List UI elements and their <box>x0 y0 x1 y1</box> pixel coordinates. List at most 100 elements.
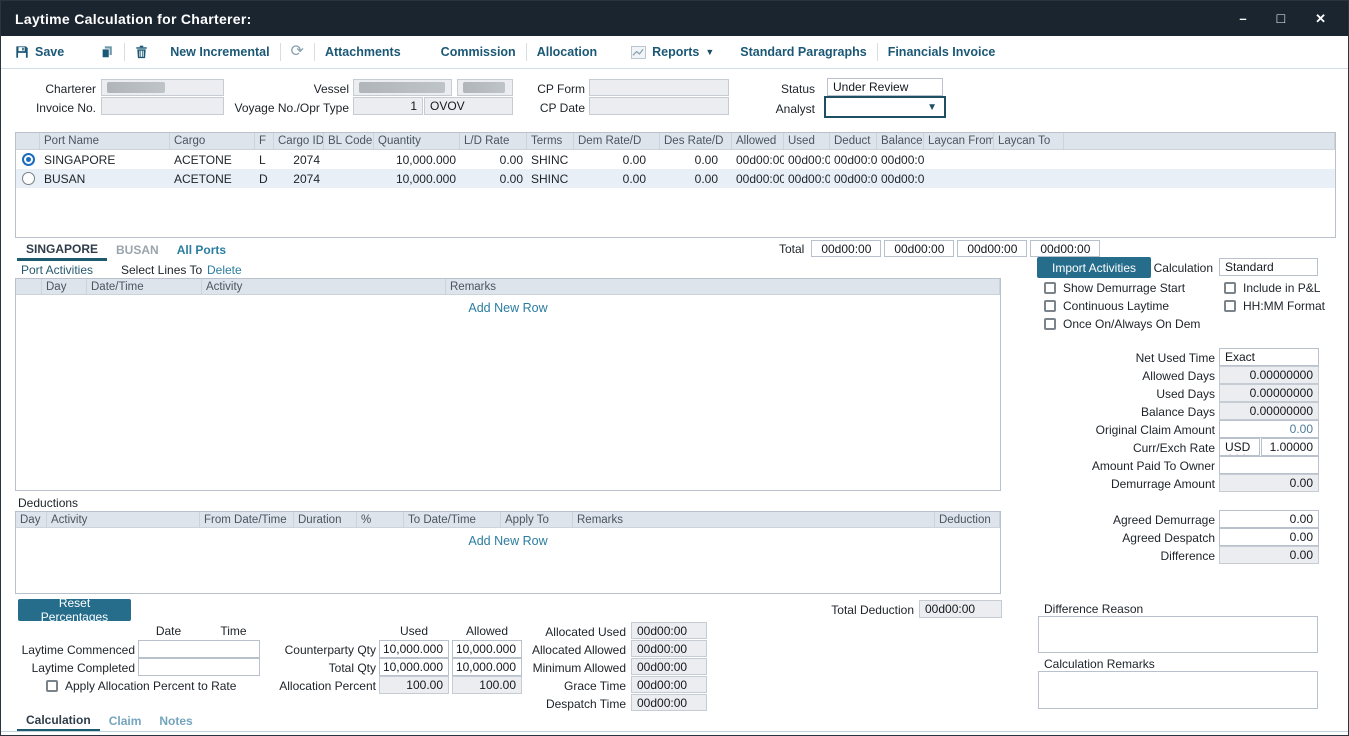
vessel-code-field <box>457 79 513 96</box>
amount-paid-to-owner-label: Amount Paid To Owner <box>1021 458 1215 475</box>
show-demurrage-start-checkbox[interactable] <box>1044 282 1056 294</box>
once-on-dem-checkbox[interactable] <box>1044 318 1056 330</box>
port-row-busan[interactable]: BUSAN ACETONE D 2074 10,000.000 0.00 SHI… <box>16 169 1335 188</box>
close-button[interactable]: ✕ <box>1315 1 1326 36</box>
copy-icon <box>100 45 114 59</box>
standard-paragraphs-button[interactable]: Standard Paragraphs <box>740 45 866 59</box>
minimum-allowed-field: 00d00:00 <box>631 658 707 675</box>
total-deduction-label: Total Deduction <box>799 602 914 619</box>
deductions-title: Deductions <box>18 495 78 512</box>
total-allowed-field[interactable]: 00d00:00 <box>811 240 881 257</box>
despatch-time-field: 00d00:00 <box>631 694 707 711</box>
show-demurrage-start-label: Show Demurrage Start <box>1063 281 1185 295</box>
allocation-percent-used-field: 100.00 <box>379 676 449 694</box>
refresh-button[interactable]: ⟳ <box>291 45 304 59</box>
agreed-demurrage-field[interactable]: 0.00 <box>1219 510 1319 528</box>
once-on-dem-label: Once On/Always On Dem <box>1063 317 1200 331</box>
save-button[interactable]: Save <box>15 45 64 59</box>
delete-button[interactable] <box>135 45 148 59</box>
port-radio-selected[interactable] <box>22 153 35 166</box>
tab-notes[interactable]: Notes <box>150 712 201 732</box>
balance-days-label: Balance Days <box>1021 404 1215 421</box>
reset-percentages-button[interactable]: Reset Percentages <box>18 599 131 621</box>
voyage-no-field: 1 <box>353 97 423 115</box>
amount-paid-to-owner-field[interactable] <box>1219 456 1319 474</box>
activities-table-header: Day Date/Time Activity Remarks <box>16 279 1000 295</box>
net-used-time-field[interactable]: Exact <box>1219 348 1319 366</box>
include-in-pl-checkbox[interactable] <box>1224 282 1236 294</box>
calculation-field[interactable]: Standard <box>1219 258 1318 276</box>
deductions-add-new-row-link[interactable]: Add New Row <box>16 534 1000 548</box>
attachments-button[interactable]: Attachments <box>325 45 401 59</box>
total-deduct-field[interactable]: 00d00:00 <box>957 240 1027 257</box>
allowed-days-label: Allowed Days <box>1021 368 1215 385</box>
hhmm-format-label: HH:MM Format <box>1243 299 1325 313</box>
reports-button[interactable]: Reports ▼ <box>631 45 714 59</box>
agreed-demurrage-label: Agreed Demurrage <box>1021 512 1215 529</box>
commission-button[interactable]: Commission <box>441 45 516 59</box>
analyst-label: Analyst <box>737 101 815 118</box>
charterer-field <box>101 79 224 96</box>
counterparty-qty-label: Counterparty Qty <box>239 642 376 659</box>
counterparty-qty-used-field[interactable]: 10,000.000 <box>379 640 449 658</box>
tab-claim[interactable]: Claim <box>100 712 151 732</box>
balance-days-field: 0.00000000 <box>1219 402 1319 420</box>
copy-button[interactable] <box>100 45 114 59</box>
opr-type-field: OVOV <box>424 97 513 115</box>
total-balance-field[interactable]: 00d00:00 <box>1030 240 1100 257</box>
report-chart-icon <box>631 46 646 59</box>
financials-invoice-button[interactable]: Financials Invoice <box>888 45 996 59</box>
window-title: Laytime Calculation for Charterer: <box>15 11 252 27</box>
currency-field[interactable]: USD <box>1219 438 1260 456</box>
analyst-dropdown[interactable]: ▼ <box>824 96 946 118</box>
tab-busan[interactable]: BUSAN <box>107 241 168 261</box>
toolbar: Save New Incremental ⟳ Attachments Commi <box>1 36 1348 69</box>
new-incremental-button[interactable]: New Incremental <box>170 45 269 59</box>
minimize-button[interactable]: – <box>1239 1 1246 36</box>
activities-table: Day Date/Time Activity Remarks Add New R… <box>15 278 1001 491</box>
header-form: Charterer Invoice No. Vessel Voyage No./… <box>1 69 1348 132</box>
allocated-allowed-label: Allocated Allowed <box>499 642 626 659</box>
status-field[interactable]: Under Review <box>827 78 943 96</box>
demurrage-amount-field: 0.00 <box>1219 474 1319 492</box>
despatch-time-label: Despatch Time <box>499 696 626 713</box>
tab-singapore[interactable]: SINGAPORE <box>17 240 107 261</box>
bottom-divider <box>1 731 1348 732</box>
import-activities-button[interactable]: Import Activities <box>1037 257 1151 278</box>
used-column-label: Used <box>379 623 449 640</box>
port-radio-unselected[interactable] <box>22 172 35 185</box>
invoice-no-label: Invoice No. <box>1 100 96 117</box>
refresh-icon: ⟳ <box>291 45 304 59</box>
delete-lines-link[interactable]: Delete <box>207 262 242 279</box>
grace-time-label: Grace Time <box>499 678 626 695</box>
hhmm-format-checkbox[interactable] <box>1224 300 1236 312</box>
activities-add-new-row-link[interactable]: Add New Row <box>16 301 1000 315</box>
deductions-table-header: Day Activity From Date/Time Duration % T… <box>16 512 1000 528</box>
agreed-despatch-field[interactable]: 0.00 <box>1219 528 1319 546</box>
save-label: Save <box>35 45 64 59</box>
allocation-button[interactable]: Allocation <box>537 45 597 59</box>
tab-calculation[interactable]: Calculation <box>17 711 100 732</box>
exchange-rate-field[interactable]: 1.00000 <box>1261 438 1319 456</box>
continuous-laytime-checkbox[interactable] <box>1044 300 1056 312</box>
difference-reason-textarea[interactable] <box>1038 616 1318 653</box>
total-used-field[interactable]: 00d00:00 <box>884 240 954 257</box>
continuous-laytime-row: Continuous Laytime <box>1044 299 1169 313</box>
vessel-code-redacted-value <box>463 82 505 93</box>
original-claim-amount-field[interactable]: 0.00 <box>1219 420 1319 438</box>
maximize-button[interactable]: □ <box>1277 1 1285 36</box>
status-label: Status <box>737 81 815 98</box>
reports-dropdown-icon: ▼ <box>705 47 714 57</box>
tab-all-ports[interactable]: All Ports <box>168 241 235 261</box>
analyst-dropdown-arrow-icon: ▼ <box>927 102 937 113</box>
apply-allocation-checkbox[interactable] <box>46 680 58 692</box>
total-qty-label: Total Qty <box>239 660 376 677</box>
laytime-completed-label: Laytime Completed <box>1 660 135 677</box>
total-qty-used-field[interactable]: 10,000.000 <box>379 658 449 676</box>
used-days-field: 0.00000000 <box>1219 384 1319 402</box>
calculation-label: Calculation <box>1141 260 1213 277</box>
calculation-remarks-textarea[interactable] <box>1038 671 1318 709</box>
port-row-singapore[interactable]: SINGAPORE ACETONE L 2074 10,000.000 0.00… <box>16 150 1335 169</box>
totals-group: Total 00d00:00 00d00:00 00d00:00 00d00:0… <box>779 240 1100 257</box>
curr-exch-rate-label: Curr/Exch Rate <box>1021 440 1215 457</box>
